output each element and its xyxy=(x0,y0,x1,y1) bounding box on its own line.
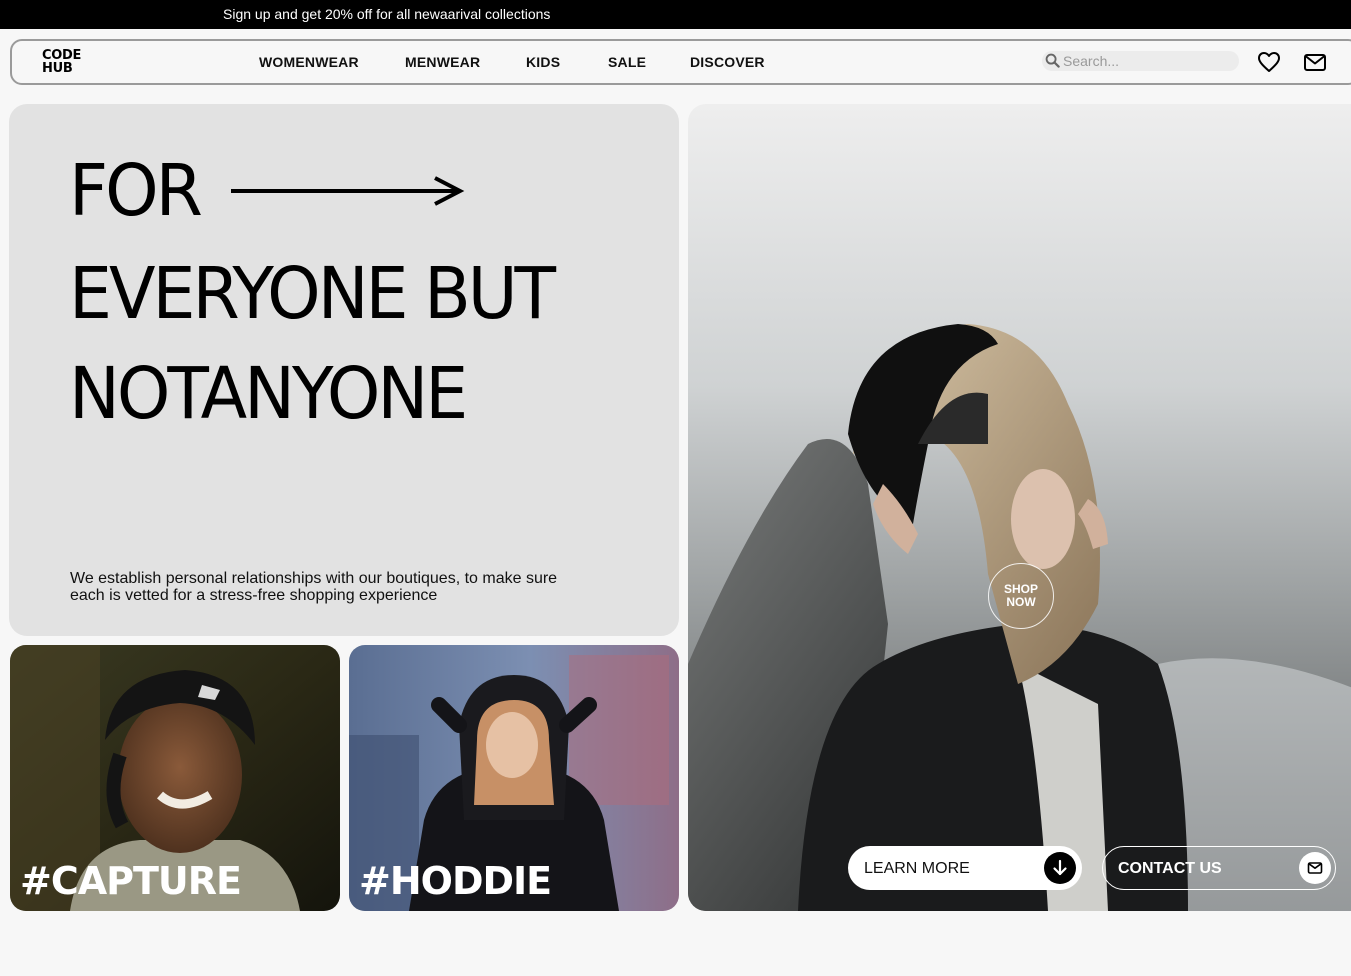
nav-link-discover[interactable]: DISCOVER xyxy=(690,54,765,70)
nav-link-womenwear[interactable]: WOMENWEAR xyxy=(259,54,359,70)
hero-headline-line1: FOR xyxy=(69,149,203,233)
main-nav: CODE HUB WOMENWEAR MENWEAR KIDS SALE DIS… xyxy=(10,39,1351,85)
contact-us-button[interactable]: CONTACT US xyxy=(1102,846,1336,890)
search-input[interactable] xyxy=(1063,52,1233,70)
capture-card[interactable]: #CAPTURE xyxy=(10,645,340,911)
nav-link-menwear[interactable]: MENWEAR xyxy=(405,54,480,70)
contact-us-label: CONTACT US xyxy=(1118,860,1222,877)
arrow-right-icon xyxy=(231,176,465,206)
learn-more-label: LEARN MORE xyxy=(864,860,970,877)
announcement-bar: Sign up and get 20% off for all newaariv… xyxy=(0,0,1351,29)
mail-icon[interactable] xyxy=(1303,51,1327,73)
search-box[interactable] xyxy=(1042,51,1239,71)
hero-headline-line2: EVERYONE BUT xyxy=(69,252,556,336)
feature-panel: SHOP NOW LEARN MORE CONTACT US xyxy=(688,104,1351,911)
logo[interactable]: CODE HUB xyxy=(42,49,81,75)
arrow-down-icon xyxy=(1044,852,1076,884)
hero-description: We establish personal relationships with… xyxy=(70,570,558,604)
search-icon xyxy=(1045,53,1060,68)
hero-headline-line3: NOTANYONE xyxy=(69,352,468,436)
learn-more-button[interactable]: LEARN MORE xyxy=(848,846,1082,890)
mail-icon xyxy=(1299,852,1331,884)
nav-link-sale[interactable]: SALE xyxy=(608,54,646,70)
capture-tag: #CAPTURE xyxy=(20,859,242,903)
heart-icon[interactable] xyxy=(1257,51,1281,73)
hero-panel: FOR EVERYONE BUT NOTANYONE We establish … xyxy=(9,104,679,636)
hoodie-tag: #HODDIE xyxy=(359,859,552,903)
feature-photo xyxy=(688,104,1351,911)
nav-link-kids[interactable]: KIDS xyxy=(526,54,560,70)
announcement-text: Sign up and get 20% off for all newaariv… xyxy=(223,6,551,22)
logo-line2: HUB xyxy=(42,61,73,76)
hoodie-card[interactable]: #HODDIE xyxy=(349,645,679,911)
shop-now-button[interactable]: SHOP NOW xyxy=(988,563,1054,629)
